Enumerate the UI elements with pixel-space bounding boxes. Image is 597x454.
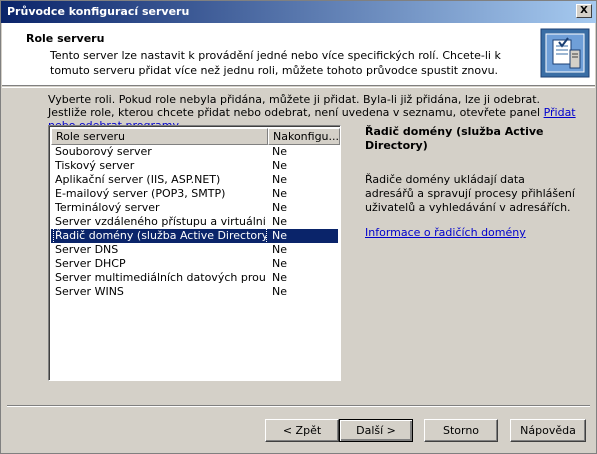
title-bar: Průvodce konfigurací serveru X bbox=[1, 1, 596, 23]
list-item[interactable]: Souborový server Ne bbox=[51, 145, 338, 159]
header-divider bbox=[2, 87, 595, 88]
role-status: Ne bbox=[272, 159, 287, 172]
role-status: Ne bbox=[272, 145, 287, 158]
list-item[interactable]: Terminálový server Ne bbox=[51, 201, 338, 215]
list-item[interactable]: Server vzdáleného přístupu a virtuální p… bbox=[51, 215, 338, 229]
list-item[interactable]: Server WINS Ne bbox=[51, 285, 338, 299]
role-name: Server DNS bbox=[55, 243, 119, 256]
list-item[interactable]: Server DNS Ne bbox=[51, 243, 338, 257]
role-status: Ne bbox=[272, 271, 287, 284]
role-name: Řadič domény (služba Active Directory) bbox=[53, 228, 267, 244]
role-name: Souborový server bbox=[55, 145, 152, 158]
next-button[interactable]: Další > bbox=[339, 419, 413, 442]
back-button[interactable]: < Zpět bbox=[265, 419, 339, 442]
list-rows: Souborový server Ne Tiskový server Ne Apli… bbox=[51, 145, 338, 299]
page-title: Role serveru bbox=[26, 32, 105, 45]
role-name: Server DHCP bbox=[55, 257, 126, 270]
list-item[interactable]: E-mailový server (POP3, SMTP) Ne bbox=[51, 187, 338, 201]
role-status: Ne bbox=[272, 215, 287, 228]
window-title: Průvodce konfigurací serveru bbox=[7, 5, 190, 18]
role-status: Ne bbox=[272, 257, 287, 270]
column-header-configured[interactable]: Nakonfigu... bbox=[268, 128, 340, 145]
role-name: Server vzdáleného přístupu a virtuální p… bbox=[55, 215, 265, 228]
list-item-selected[interactable]: Řadič domény (služba Active Directory) Ne bbox=[51, 228, 338, 244]
role-status: Ne bbox=[272, 229, 287, 242]
wizard-header: Role serveru Tento server lze nastavit k… bbox=[2, 23, 595, 86]
role-name: Tiskový server bbox=[55, 159, 135, 172]
role-status: Ne bbox=[272, 243, 287, 256]
role-status: Ne bbox=[272, 187, 287, 200]
role-detail-description: Řadiče domény ukládají data adresářů a s… bbox=[365, 173, 575, 214]
instructions-text: Vyberte roli. Pokud role nebyla přidána,… bbox=[48, 93, 544, 119]
cancel-button[interactable]: Storno bbox=[424, 419, 498, 442]
page-subtitle: Tento server lze nastavit k provádění je… bbox=[50, 49, 501, 77]
column-header-role[interactable]: Role serveru bbox=[51, 128, 268, 145]
wizard-window: Průvodce konfigurací serveru X Role serv… bbox=[0, 0, 597, 454]
list-item[interactable]: Server DHCP Ne bbox=[51, 257, 338, 271]
role-name: Aplikační server (IIS, ASP.NET) bbox=[55, 173, 221, 186]
close-button[interactable]: X bbox=[576, 4, 592, 18]
server-role-list[interactable]: Role serveru Nakonfigu... Souborový serv… bbox=[48, 125, 341, 381]
list-item[interactable]: Server multimediálních datových proudů Ne bbox=[51, 271, 338, 285]
role-status: Ne bbox=[272, 201, 287, 214]
server-wizard-icon bbox=[540, 28, 590, 78]
help-button[interactable]: Nápověda bbox=[510, 419, 586, 442]
role-name: Server multimediálních datových proudů bbox=[55, 271, 265, 284]
role-name: Server WINS bbox=[55, 285, 124, 298]
footer-divider bbox=[7, 405, 590, 407]
domain-controller-info-link[interactable]: Informace o řadičích domény bbox=[365, 226, 526, 239]
role-status: Ne bbox=[272, 285, 287, 298]
list-item[interactable]: Tiskový server Ne bbox=[51, 159, 338, 173]
role-name: E-mailový server (POP3, SMTP) bbox=[55, 187, 226, 200]
list-header: Role serveru Nakonfigu... bbox=[51, 128, 340, 145]
list-item[interactable]: Aplikační server (IIS, ASP.NET) Ne bbox=[51, 173, 338, 187]
role-status: Ne bbox=[272, 173, 287, 186]
role-name: Terminálový server bbox=[55, 201, 160, 214]
role-detail-title: Řadič domény (služba Active Directory) bbox=[365, 125, 544, 152]
